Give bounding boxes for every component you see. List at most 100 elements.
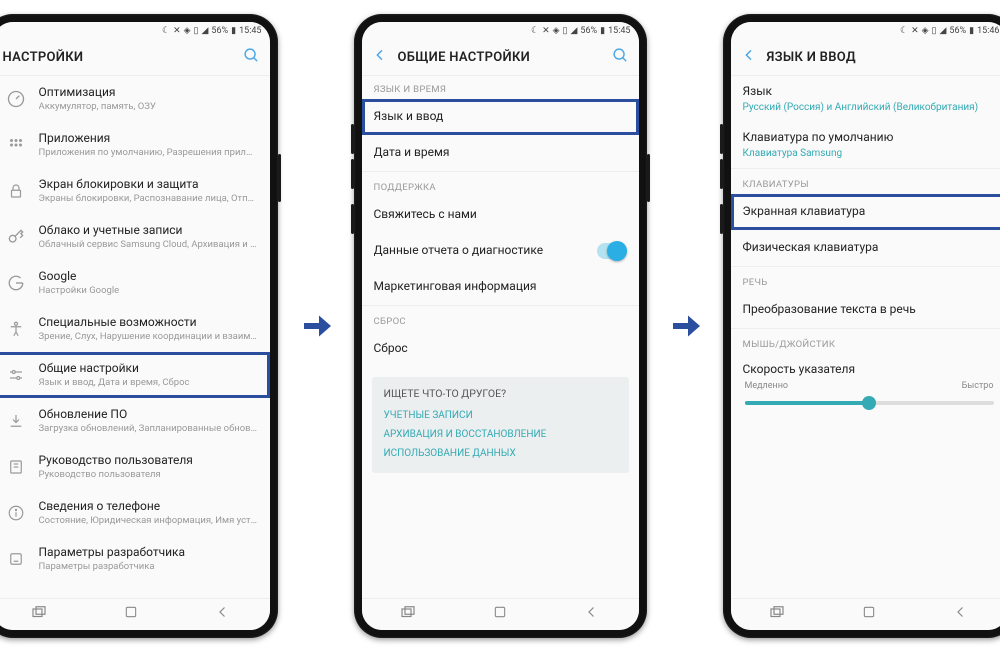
sim-icon: ▯	[194, 26, 199, 36]
date-time-item[interactable]: Дата и время	[362, 135, 639, 171]
general-settings-list[interactable]: ЯЗЫК И ВРЕМЯ Язык и ввод Дата и время ПО…	[362, 76, 639, 598]
battery-icon: ▮	[969, 26, 974, 36]
grid-icon	[5, 134, 27, 156]
back-nav-icon[interactable]	[583, 603, 601, 625]
lang-input-list[interactable]: Язык Русский (Россия) и Английский (Велик…	[731, 76, 1000, 598]
dnd-icon: ☾	[531, 26, 539, 36]
item-label: Свяжитесь с нами	[374, 206, 627, 222]
dnd-icon: ☾	[900, 26, 908, 36]
status-bar: ☾ ✕ ◈ ▯ ◢ 56% ▮ 15:45	[362, 22, 639, 40]
item-label: Дата и время	[374, 144, 627, 160]
lang-input-item[interactable]: Язык и ввод	[362, 99, 639, 135]
item-sub: Облачный сервис Samsung Cloud, Архивация…	[39, 239, 258, 251]
search-icon[interactable]	[612, 47, 629, 68]
signal-icon: ◢	[201, 26, 208, 36]
lock-icon	[5, 180, 27, 202]
page-title: НАСТРОЙКИ	[3, 50, 233, 65]
apps-item[interactable]: ПриложенияПриложения по умолчанию, Разре…	[0, 122, 270, 168]
clock: 15:46	[977, 26, 999, 36]
contact-us-item[interactable]: Свяжитесь с нами	[362, 197, 639, 233]
general-item[interactable]: Общие настройкиЯзык и ввод, Дата и время…	[0, 352, 270, 398]
item-label: Физическая клавиатура	[743, 239, 996, 255]
lf-datausage[interactable]: ИСПОЛЬЗОВАНИЕ ДАННЫХ	[384, 444, 617, 463]
accessibility-item[interactable]: Специальные возможностиЗрение, Слух, Нар…	[0, 306, 270, 352]
item-label: Приложения	[39, 130, 258, 146]
item-label: Экран блокировки и защита	[39, 176, 258, 192]
pointer-speed-slider[interactable]	[745, 401, 994, 405]
key-icon	[5, 226, 27, 248]
diag-report-item[interactable]: Данные отчета о диагностике	[362, 233, 639, 269]
sim-icon: ▯	[932, 26, 937, 36]
nav-bar	[0, 598, 270, 630]
marketing-item[interactable]: Маркетинговая информация	[362, 269, 639, 305]
devopts-item[interactable]: Параметры разработчикаПараметры разработ…	[0, 536, 270, 582]
looking-for-box: ИЩЕТЕ ЧТО-ТО ДРУГОЕ? УЧЕТНЫЕ ЗАПИСИ АРХИ…	[372, 377, 629, 473]
clock: 15:45	[239, 26, 261, 36]
battery-icon: ▮	[231, 26, 236, 36]
slider-slow-label: Медленно	[745, 381, 789, 391]
item-label: Оптимизация	[39, 84, 258, 100]
battery-pct: 56%	[211, 26, 228, 36]
wifi-icon: ◈	[922, 26, 929, 36]
item-label: Язык	[743, 83, 996, 99]
item-label: Облако и учетные записи	[39, 222, 258, 238]
home-icon[interactable]	[861, 604, 877, 624]
item-label: Google	[39, 268, 258, 284]
tts-item[interactable]: Преобразование текста в речь	[731, 292, 1000, 328]
lf-accounts[interactable]: УЧЕТНЫЕ ЗАПИСИ	[384, 406, 617, 425]
update-item[interactable]: Обновление ПОЗагрузка обновлений, Заплан…	[0, 398, 270, 444]
back-nav-icon[interactable]	[214, 603, 232, 625]
home-icon[interactable]	[492, 604, 508, 624]
wifi-icon: ◈	[553, 26, 560, 36]
item-label: Обновление ПО	[39, 406, 258, 422]
phone-3: ☾ ✕ ◈ ▯ ◢ 56% ▮ 15:46 ЯЗЫК И ВВОД ЯзыкРу…	[723, 14, 1000, 638]
recents-icon[interactable]	[768, 603, 786, 625]
item-label: Специальные возможности	[39, 314, 258, 330]
lf-backup[interactable]: АРХИВАЦИЯ И ВОССТАНОВЛЕНИЕ	[384, 425, 617, 444]
language-item[interactable]: Язык Русский (Россия) и Английский (Велик…	[731, 76, 1000, 122]
onscreen-keyboard-item[interactable]: Экранная клавиатура	[731, 194, 1000, 230]
back-icon[interactable]	[741, 47, 757, 67]
item-sub: Загрузка обновлений, Запланированные обн…	[39, 423, 258, 435]
manual-item[interactable]: Руководство пользователяРуководство поль…	[0, 444, 270, 490]
item-label: Маркетинговая информация	[374, 278, 627, 294]
item-sub: Русский (Россия) и Английский (Великобри…	[743, 101, 996, 114]
page-title: ЯЗЫК И ВВОД	[767, 50, 998, 65]
section-support: ПОДДЕРЖКА	[362, 171, 639, 197]
search-icon[interactable]	[243, 47, 260, 68]
header-bar: ОБЩИЕ НАСТРОЙКИ	[362, 40, 639, 76]
reset-item[interactable]: Сброс	[362, 331, 639, 367]
item-sub: Руководство пользователя	[39, 469, 258, 481]
status-bar: ☾ ✕ ◈ ▯ ◢ 56% ▮ 15:45	[0, 22, 270, 40]
guide-icon	[5, 456, 27, 478]
item-sub: Состояние, Юридическая информация, Имя у…	[39, 515, 258, 527]
cloud-item[interactable]: Облако и учетные записиОблачный сервис S…	[0, 214, 270, 260]
pointer-speed-item[interactable]: Скорость указателя Медленно Быстро	[731, 354, 1000, 420]
signal-icon: ◢	[570, 26, 577, 36]
section-keyboards: КЛАВИАТУРЫ	[731, 168, 1000, 194]
sim-icon: ▯	[563, 26, 568, 36]
optimization-item[interactable]: ОптимизацияАккумулятор, память, ОЗУ	[0, 76, 270, 122]
settings-list[interactable]: ОптимизацияАккумулятор, память, ОЗУ Прил…	[0, 76, 270, 598]
lf-title: ИЩЕТЕ ЧТО-ТО ДРУГОЕ?	[384, 387, 617, 400]
item-sub: Приложения по умолчанию, Разрешения прил…	[39, 147, 258, 159]
battery-icon: ▮	[600, 26, 605, 36]
back-nav-icon[interactable]	[952, 603, 970, 625]
recents-icon[interactable]	[30, 603, 48, 625]
recents-icon[interactable]	[399, 603, 417, 625]
item-label: Параметры разработчика	[39, 544, 258, 560]
physical-keyboard-item[interactable]: Физическая клавиатура	[731, 230, 1000, 266]
arrow-icon	[296, 306, 336, 346]
mute-icon: ✕	[542, 26, 550, 36]
default-keyboard-item[interactable]: Клавиатура по умолчаниюКлавиатура Samsun…	[731, 122, 1000, 168]
home-icon[interactable]	[123, 604, 139, 624]
google-item[interactable]: GoogleНастройки Google	[0, 260, 270, 306]
battery-pct: 56%	[949, 26, 966, 36]
lockscreen-item[interactable]: Экран блокировки и защитаЭкраны блокиров…	[0, 168, 270, 214]
section-reset: СБРОС	[362, 305, 639, 331]
download-icon	[5, 410, 27, 432]
diag-toggle[interactable]	[597, 243, 627, 259]
back-icon[interactable]	[372, 47, 388, 67]
item-label: Общие настройки	[39, 360, 258, 376]
about-item[interactable]: Сведения о телефонеСостояние, Юридическа…	[0, 490, 270, 536]
